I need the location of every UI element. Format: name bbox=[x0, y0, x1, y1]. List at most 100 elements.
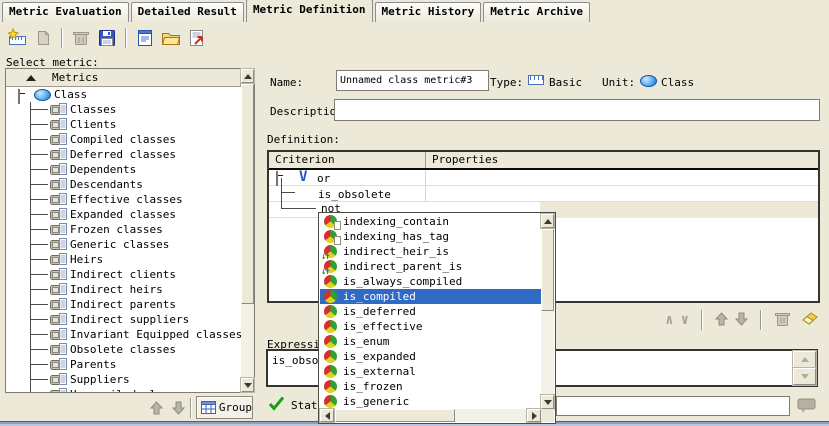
metric-tree-item[interactable]: Generic classes bbox=[6, 237, 241, 252]
criterion-pie-icon: ↓↑ bbox=[324, 245, 337, 258]
criterion-option[interactable]: ↓↑ is_frozen bbox=[320, 379, 541, 394]
criterion-option[interactable]: ↓↑ is_compiled bbox=[320, 289, 541, 304]
move-metric-down-button[interactable] bbox=[169, 399, 187, 417]
scroll-up-icon[interactable] bbox=[793, 351, 816, 368]
metric-tree-item[interactable]: Indirect clients bbox=[6, 267, 241, 282]
scroll-down-icon[interactable] bbox=[793, 368, 816, 385]
import-metrics-button[interactable] bbox=[132, 25, 158, 51]
clear-definition-button[interactable] bbox=[799, 311, 818, 329]
metric-tree-item-label: Frozen classes bbox=[70, 223, 163, 236]
insert-and-button[interactable]: ∧ bbox=[665, 313, 673, 327]
metric-tree-item-label: Indirect clients bbox=[70, 268, 176, 281]
collapse-expander-icon[interactable] bbox=[276, 172, 278, 185]
dropdown-scrollbar-thumb[interactable] bbox=[541, 229, 554, 311]
tree-branch-line bbox=[30, 184, 48, 185]
metric-tree-header[interactable]: Metrics bbox=[6, 69, 241, 87]
metric-tree-item[interactable]: Obsolete classes bbox=[6, 342, 241, 357]
or-operator-icon: V bbox=[299, 171, 307, 183]
status-message-input[interactable] bbox=[556, 396, 790, 416]
export-metrics-button[interactable] bbox=[184, 25, 210, 51]
scroll-right-icon[interactable] bbox=[527, 409, 541, 422]
metric-tree-item[interactable]: Suppliers bbox=[6, 372, 241, 387]
type-label: Type: bbox=[490, 76, 523, 89]
tree-branch-line bbox=[281, 208, 316, 209]
metric-name-input[interactable]: Unnamed class metric#3 bbox=[336, 70, 489, 91]
metric-tree-item[interactable]: Dependents bbox=[6, 162, 241, 177]
dropdown-horizontal-scrollbar[interactable] bbox=[320, 409, 541, 422]
move-criterion-down-button[interactable] bbox=[735, 312, 748, 329]
dropdown-hscrollbar-thumb[interactable] bbox=[335, 409, 455, 422]
metric-tab[interactable]: Detailed Result bbox=[131, 2, 244, 22]
metric-tree-item[interactable]: Descendants bbox=[6, 177, 241, 192]
criterion-row-or[interactable]: or bbox=[317, 172, 330, 185]
criterion-column-header[interactable]: Criterion bbox=[269, 152, 426, 168]
metric-tab[interactable]: Metric Archive bbox=[483, 2, 590, 22]
metric-tree-item[interactable]: Expanded classes bbox=[6, 207, 241, 222]
delete-icon bbox=[774, 311, 792, 327]
metric-tree-item[interactable]: Effective classes bbox=[6, 192, 241, 207]
criterion-option[interactable]: ↓↑ is_generic bbox=[320, 394, 541, 409]
duplicate-metric-button[interactable] bbox=[30, 25, 56, 51]
delete-criterion-button[interactable] bbox=[774, 311, 792, 330]
metric-tree-item[interactable]: Parents bbox=[6, 357, 241, 372]
scroll-down-icon[interactable] bbox=[541, 395, 554, 409]
tree-scrollbar[interactable] bbox=[241, 69, 254, 392]
new-metric-icon bbox=[6, 28, 28, 48]
criterion-option[interactable]: ↓↑ is_enum bbox=[320, 334, 541, 349]
metric-tree-item[interactable]: Indirect parents bbox=[6, 297, 241, 312]
criterion-option[interactable]: ↓↑ is_effective bbox=[320, 319, 541, 334]
delete-metric-button[interactable] bbox=[68, 25, 94, 51]
metric-tree-item[interactable]: Indirect suppliers bbox=[6, 312, 241, 327]
criterion-option[interactable]: ↓↑ is_expanded bbox=[320, 349, 541, 364]
page-overlay-icon bbox=[334, 236, 341, 245]
properties-column-header[interactable]: Properties bbox=[426, 152, 498, 168]
metric-tree-item[interactable]: Heirs bbox=[6, 252, 241, 267]
metric-tree-item[interactable]: Deferred classes bbox=[6, 147, 241, 162]
group-toggle-button[interactable]: Group bbox=[196, 396, 253, 419]
description-input[interactable] bbox=[334, 99, 820, 121]
scroll-down-icon[interactable] bbox=[241, 378, 254, 392]
actions-separator bbox=[701, 310, 703, 330]
insert-or-button[interactable]: ∨ bbox=[681, 313, 689, 327]
scroll-up-icon[interactable] bbox=[241, 69, 254, 83]
criterion-option[interactable]: ↓↑ is_always_compiled bbox=[320, 274, 541, 289]
metric-tree-item[interactable]: Indirect heirs bbox=[6, 282, 241, 297]
criterion-pie-icon: ↓↑ bbox=[324, 275, 337, 288]
criterion-option[interactable]: ↓↑ is_deferred bbox=[320, 304, 541, 319]
scroll-up-icon[interactable] bbox=[541, 214, 554, 228]
metric-tab[interactable]: Metric Evaluation bbox=[2, 2, 129, 22]
metric-tree-item[interactable]: Compiled classes bbox=[6, 132, 241, 147]
dropdown-vertical-scrollbar[interactable] bbox=[541, 214, 554, 409]
tree-scrollbar-thumb[interactable] bbox=[241, 84, 254, 304]
criterion-option[interactable]: ↓↑ indirect_parent_is bbox=[320, 259, 541, 274]
metric-tab[interactable]: Metric Definition bbox=[246, 0, 373, 22]
criterion-option-label: is_compiled bbox=[343, 290, 416, 303]
criterion-option[interactable]: ↓↑ indexing_has_tag bbox=[320, 229, 541, 244]
criterion-option-label: indexing_contain bbox=[343, 215, 449, 228]
scroll-left-icon[interactable] bbox=[320, 409, 334, 422]
metric-tree-item[interactable]: Frozen classes bbox=[6, 222, 241, 237]
criterion-row-is-obsolete[interactable]: is_obsolete bbox=[318, 188, 391, 201]
metric-tab[interactable]: Metric History bbox=[375, 2, 482, 22]
criterion-pie-icon: ↓↑ bbox=[324, 320, 337, 333]
save-metric-button[interactable] bbox=[94, 25, 120, 51]
metric-tree-item[interactable]: Invariant Equipped classes bbox=[6, 327, 241, 342]
criterion-option[interactable]: ↓↑ indirect_heir_is bbox=[320, 244, 541, 259]
metric-tree-item[interactable]: Clients bbox=[6, 117, 241, 132]
locked-metric-icon bbox=[50, 388, 67, 392]
move-criterion-up-button[interactable] bbox=[715, 312, 728, 329]
open-metrics-file-button[interactable] bbox=[158, 25, 184, 51]
metric-tree-item[interactable]: Uncompiled classes bbox=[6, 387, 241, 392]
move-metric-up-button[interactable] bbox=[147, 399, 165, 417]
metric-tree-item[interactable]: Classes bbox=[6, 102, 241, 117]
description-label: Description bbox=[270, 105, 343, 118]
metric-tree: Metrics Class bbox=[5, 68, 255, 393]
criterion-option[interactable]: ↓↑ is_external bbox=[320, 364, 541, 379]
new-metric-button[interactable] bbox=[4, 25, 30, 51]
criterion-option[interactable]: ↓↑ indexing_contain bbox=[320, 214, 541, 229]
metric-tree-item-label: Invariant Equipped classes bbox=[70, 328, 241, 341]
comment-bubble-icon[interactable] bbox=[797, 397, 817, 417]
group-button-label: Group bbox=[219, 401, 252, 414]
tree-branch-line bbox=[30, 364, 48, 365]
metric-tree-root[interactable]: Class bbox=[6, 87, 241, 102]
